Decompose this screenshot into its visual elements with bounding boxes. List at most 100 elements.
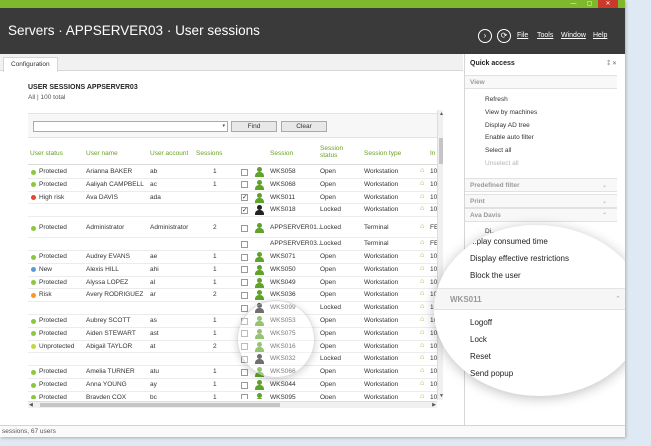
sessions-total[interactable]: All | 100 total: [28, 94, 65, 101]
quick-view-item[interactable]: Refresh: [485, 96, 508, 103]
table-row[interactable]: WKS032 Locked Workstation ⌂ 10: [28, 353, 437, 367]
user-name-cell: Aubrey SCOTT: [86, 317, 131, 324]
house-icon: ⌂: [420, 239, 425, 247]
table-row[interactable]: Protected Amelia TURNER atu 1 WKS066 Open Work…: [28, 366, 437, 379]
maximize-button[interactable]: ▢: [582, 0, 597, 8]
house-icon: ⌂: [420, 380, 425, 387]
house-icon: ⌂: [420, 290, 425, 298]
table-row[interactable]: Protected Alyssa LOPEZ al 1 WKS049 Open Workst…: [28, 277, 437, 290]
print-label: Print: [470, 198, 485, 205]
send-popup-item[interactable]: Send popup: [470, 369, 513, 378]
table-row[interactable]: ✓ WKS018 Locked Workstation ⌂ 10: [28, 204, 437, 218]
row-checkbox[interactable]: [241, 368, 248, 376]
row-checkbox[interactable]: [241, 279, 248, 287]
quick-view-item[interactable]: Select all: [485, 147, 511, 154]
row-checkbox[interactable]: ✓: [241, 206, 248, 214]
row-checkbox[interactable]: [241, 381, 248, 389]
table-row[interactable]: Protected Aiden STEWART ast 1 WKS075 Open Work…: [28, 328, 437, 341]
section-wks011[interactable]: WKS011 ⌃: [434, 288, 625, 310]
table-row[interactable]: Protected Aubrey SCOTT as 1 WKS053 Open Workst…: [28, 315, 437, 328]
user-status-cell: New: [39, 265, 53, 273]
table-row[interactable]: Protected Arianna BAKER ab 1 WKS058 Open Works…: [28, 166, 437, 179]
quick-view-item[interactable]: Enable auto filter: [485, 134, 534, 141]
table-row[interactable]: WKS099LockedWorkstation⌂10: [28, 302, 437, 315]
table-row[interactable]: Protected Audrey EVANS ae 1 WKS071 Open Workst…: [28, 251, 437, 264]
user-account-cell: ac: [150, 180, 157, 188]
section-predefined-filter[interactable]: Predefined filter ⌄: [465, 178, 617, 192]
menu-help[interactable]: Help: [593, 32, 607, 39]
sessions-count-cell: 2: [213, 224, 217, 232]
user-account-cell: atu: [150, 368, 160, 376]
block-the-user-item[interactable]: Block the user: [470, 271, 521, 280]
menu-tools[interactable]: Tools: [537, 32, 553, 39]
user-open-icon: [255, 192, 264, 204]
scroll-right-icon[interactable]: ▶: [432, 402, 436, 408]
quick-access-title: Quick access: [470, 60, 515, 67]
row-checkbox[interactable]: [241, 266, 248, 274]
session-status-cell: Open: [320, 317, 336, 324]
scroll-down-icon[interactable]: ▼: [439, 393, 444, 399]
row-checkbox[interactable]: [241, 168, 248, 176]
row-checkbox[interactable]: [241, 224, 248, 232]
col-session-status[interactable]: Session status: [320, 145, 350, 167]
table-row[interactable]: Protected Administrator Administrator 2 APPS…: [28, 217, 437, 239]
session-cell: WKS018: [270, 206, 296, 214]
menu-file[interactable]: File: [517, 32, 528, 39]
find-button[interactable]: Find: [231, 121, 277, 132]
in-cell: 10: [430, 265, 437, 273]
lock-item[interactable]: Lock: [470, 335, 487, 344]
close-window-button[interactable]: ✕: [598, 0, 618, 8]
table-row[interactable]: High risk Ava DAVIS ada ✓ WKS011 Open Workstat…: [28, 192, 437, 205]
row-checkbox[interactable]: [241, 181, 248, 189]
row-checkbox[interactable]: [241, 304, 248, 312]
clear-button[interactable]: Clear: [281, 121, 327, 132]
sessions-count-cell: 1: [213, 393, 217, 399]
row-checkbox[interactable]: ✓: [241, 194, 248, 202]
table-row[interactable]: APPSERVER03... Locked Terminal ⌂ FE: [28, 238, 437, 251]
horizontal-scroll-thumb[interactable]: [40, 403, 280, 407]
row-checkbox[interactable]: [241, 291, 248, 299]
status-dot-icon: [31, 395, 36, 399]
pin-close-icons[interactable]: ⁑ ✕: [607, 60, 617, 67]
menu-window[interactable]: Window: [561, 32, 586, 39]
grid-vertical-scrollbar[interactable]: ▲ ▼: [437, 110, 444, 400]
user-name-cell: Amelia TURNER: [86, 368, 135, 376]
chevron-up-icon: ⌃: [601, 213, 607, 219]
session-cell: WKS095: [270, 393, 296, 399]
title-bar: Servers · APPSERVER03 · User sessions › …: [0, 8, 625, 54]
quick-view-item[interactable]: Display AD tree: [485, 122, 530, 129]
display-effective-restrictions-item[interactable]: Display effective restrictions: [470, 254, 569, 263]
table-row[interactable]: Unprotected Abigail TAYLOR at 2 WKS016 Open Wo…: [28, 341, 437, 354]
logoff-item[interactable]: Logoff: [470, 318, 492, 327]
table-row[interactable]: Protected Brayden COX bc 1 WKS095 Open Worksta…: [28, 392, 437, 399]
row-checkbox[interactable]: [241, 394, 248, 399]
scroll-left-icon[interactable]: ◀: [29, 402, 33, 408]
refresh-circle-icon[interactable]: ⟳: [497, 29, 511, 43]
house-icon: ⌂: [420, 316, 425, 323]
minimize-button[interactable]: —: [566, 0, 581, 8]
row-checkbox[interactable]: [241, 240, 248, 248]
section-ava-davis[interactable]: Ava Davis ⌃: [465, 208, 617, 222]
table-row[interactable]: Protected Aaliyah CAMPBELL ac 1 WKS068 Open Wo…: [28, 179, 437, 192]
arrow-right-circle-icon[interactable]: ›: [478, 29, 492, 43]
tab-configuration[interactable]: Configuration: [3, 57, 58, 72]
grid-horizontal-scrollbar[interactable]: ◀ ▶: [28, 401, 437, 408]
status-bar: sessions, 67 users: [0, 425, 625, 437]
quick-view-item[interactable]: View by machines: [485, 109, 537, 116]
table-row[interactable]: Risk Avery RODRIGUEZ ar 2 WKS036 Open Workstat…: [28, 289, 437, 303]
vertical-scroll-thumb[interactable]: [439, 138, 443, 164]
row-checkbox[interactable]: [241, 253, 248, 261]
section-view[interactable]: View: [465, 75, 617, 89]
user-locked-icon: [255, 205, 264, 216]
filter-dropdown[interactable]: ▾: [33, 121, 228, 132]
scroll-up-icon[interactable]: ▲: [439, 111, 444, 117]
sessions-count-cell: 1: [213, 317, 217, 324]
status-dot-icon: [31, 254, 36, 260]
table-row[interactable]: New Alexis HILL ahi 1 WKS050 Open Workstation ⌂…: [28, 264, 437, 277]
section-print[interactable]: Print ⌄: [465, 194, 617, 208]
session-type-cell: Workstation: [364, 342, 399, 350]
table-row[interactable]: Protected Anna YOUNG ay 1 WKS044 Open Workstat…: [28, 379, 437, 392]
display-consumed-time-item[interactable]: ...play consumed time: [470, 237, 548, 246]
reset-item[interactable]: Reset: [470, 352, 491, 361]
user-account-cell: ae: [150, 253, 158, 260]
